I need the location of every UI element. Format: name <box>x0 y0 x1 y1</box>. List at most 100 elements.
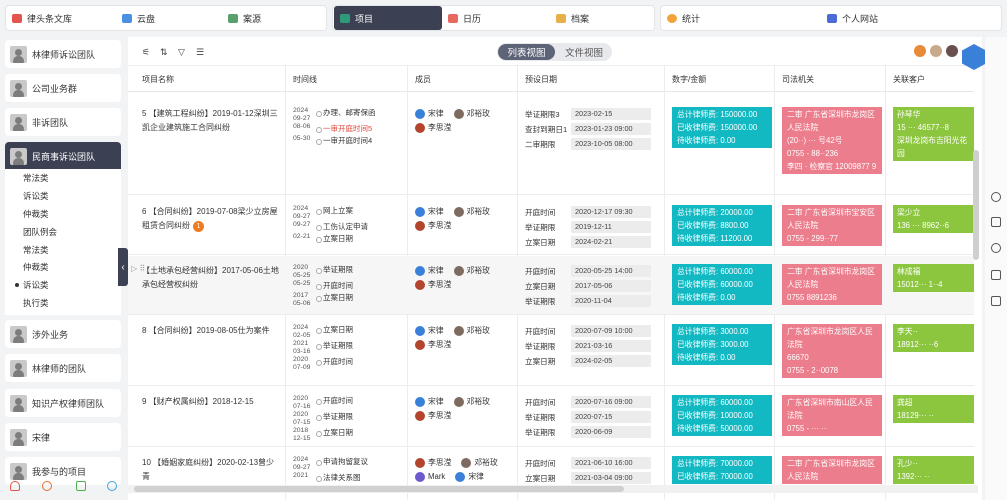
user-avatar[interactable] <box>930 45 942 57</box>
user-avatar[interactable] <box>914 45 926 57</box>
member-avatar[interactable] <box>415 410 425 421</box>
client-card[interactable]: 梁少立 136 ··· 8962··6 <box>893 205 974 233</box>
sidebar-team-corporate[interactable]: 公司业务群 <box>5 74 121 102</box>
sidebar-team-civil-commercial[interactable]: 民商事诉讼团队 <box>5 142 121 170</box>
nav-item-cloud[interactable]: 云盘 <box>116 6 222 30</box>
table-row[interactable]: 5 【建筑工程纠纷】2019-01-12深圳三凯企业建筑施工合同纠纷 2024 0… <box>128 99 974 195</box>
date-value[interactable]: 2019-12-11 <box>571 221 651 233</box>
member-avatar[interactable] <box>461 457 472 468</box>
member-avatar[interactable] <box>415 471 425 482</box>
date-value[interactable]: 2023-02-15 <box>571 108 651 120</box>
court-card[interactable]: 广东省深圳市南山区人民法院 0755 - ··· ·· <box>782 395 882 436</box>
client-card[interactable]: 李天·· 18912··· ··6 <box>893 324 974 352</box>
sidebar-sub-item[interactable]: 常法类 <box>5 169 121 187</box>
sidebar-team-lin[interactable]: 林律师的团队 <box>5 354 121 382</box>
member-avatar[interactable] <box>415 279 425 290</box>
row-drag-handle[interactable]: ▷ ⠿ <box>131 264 145 273</box>
timeline-event[interactable]: 一审开庭时间4 <box>315 135 372 147</box>
date-value[interactable]: 2024-02-21 <box>571 236 651 248</box>
timeline-event[interactable]: 举证期限 <box>315 340 353 356</box>
member-avatar[interactable] <box>415 339 425 350</box>
member-avatar[interactable] <box>415 220 425 231</box>
trash-icon[interactable] <box>76 481 86 491</box>
help-icon[interactable] <box>107 481 117 491</box>
sidebar-sub-item[interactable]: 执行类 <box>5 294 121 312</box>
court-card[interactable]: 二审 广东省深圳市龙岗区人民法院 (20··) ··· 号42号 0755 - … <box>782 107 882 174</box>
member-avatar[interactable] <box>415 108 425 119</box>
timeline-event[interactable]: 一审开庭时间5 <box>315 123 372 135</box>
sidebar-sub-item[interactable]: 诉讼类 <box>5 187 121 205</box>
collapse-sidebar-button[interactable]: ‹ <box>118 248 128 286</box>
sidebar-team-lin-litigation[interactable]: 林律师诉讼团队 <box>5 40 121 68</box>
sidebar-sub-item[interactable]: 仲裁类 <box>5 205 121 223</box>
date-value[interactable]: 2023-01-23 09:00 <box>571 123 651 135</box>
court-card[interactable]: 二审 广东省深圳市龙岗区人民法院 <box>782 456 882 484</box>
timeline-event[interactable]: 法律关系图 <box>315 472 361 484</box>
member-avatar[interactable] <box>415 265 425 276</box>
sidebar-sub-item[interactable]: 团队例会 <box>5 223 121 241</box>
column-header-timeline[interactable]: 时间线 <box>293 74 317 85</box>
member-avatar[interactable] <box>455 471 466 482</box>
fee-card[interactable]: 总计律师费: 20000.00 已收律师费: 8800.00 待收律师费: 1120… <box>672 205 772 246</box>
nav-item-calendar[interactable]: 日历 <box>442 6 550 30</box>
filter-settings-icon[interactable]: ⚟ <box>142 47 150 58</box>
message-icon[interactable] <box>991 217 1001 227</box>
member-avatar[interactable] <box>453 265 464 276</box>
member-avatar[interactable] <box>415 206 425 217</box>
member-avatar[interactable] <box>415 396 425 407</box>
client-card[interactable]: 龚超 18129··· ·· <box>893 395 974 423</box>
date-value[interactable]: 2020-06-09 <box>571 426 651 438</box>
court-card[interactable]: 二审 广东省深圳市宝安区人民法院 0755 - 299··77 <box>782 205 882 246</box>
table-row[interactable]: 8 【合同纠纷】2019-08-05仕为案件 2024 02-05 立案日期 2021… <box>128 316 974 386</box>
nav-item-stats[interactable]: 统计 <box>661 6 821 30</box>
date-value[interactable]: 2020-07-09 10:00 <box>571 325 651 337</box>
timeline-event[interactable]: 网上立案 <box>315 205 353 221</box>
fee-card[interactable]: 总计律师费: 60000.00 已收律师费: 60000.00 待收律师费: 0.0… <box>672 264 772 305</box>
timeline-event[interactable]: 申请拘留复议 <box>315 456 368 472</box>
sidebar-sub-item[interactable]: 常法类 <box>5 241 121 259</box>
timeline-event[interactable]: 开庭时间 <box>315 280 353 292</box>
timeline-event[interactable]: 立案日期 <box>315 324 353 340</box>
timeline-event[interactable]: 办理、邮寄保函 <box>315 107 376 123</box>
sidebar-sub-item[interactable]: 仲裁类 <box>5 258 121 276</box>
table-row[interactable]: 6 【合同纠纷】2019-07-08梁少立房屋租赁合同纠纷 1 2024 09-27… <box>128 197 974 255</box>
column-header-fees[interactable]: 数字/金额 <box>672 74 706 85</box>
column-header-dates[interactable]: 预设日期 <box>525 74 557 85</box>
member-avatar[interactable] <box>415 457 425 468</box>
date-value[interactable]: 2020-12-17 09:30 <box>571 206 651 218</box>
project-name[interactable]: 5 【建筑工程纠纷】2019-01-12深圳三凯企业建筑施工合同纠纷 <box>142 107 282 135</box>
search-icon[interactable] <box>991 192 1001 202</box>
project-name[interactable]: 10 【婚姻家庭纠纷】2020-02-13曾少青 <box>142 456 282 484</box>
user-avatar[interactable] <box>946 45 958 57</box>
tasks-icon[interactable] <box>991 296 1001 306</box>
sort-icon[interactable]: ⇅ <box>160 47 168 58</box>
member-avatar[interactable] <box>415 122 425 133</box>
table-row[interactable]: 【土地承包经营纠纷】2017-05-06土地承包经营权纠纷 ▷ ⠿ 2020 05-… <box>128 256 974 315</box>
court-card[interactable]: 广东省深圳市龙岗区人民法院 66670 0755 - 2··0078 <box>782 324 882 378</box>
client-card[interactable]: 林成福 15012··· 1··4 <box>893 264 974 292</box>
timeline-event[interactable]: 立案日期 <box>315 427 353 443</box>
member-avatar[interactable] <box>453 108 464 119</box>
sidebar-team-foreign[interactable]: 涉外业务 <box>5 320 121 348</box>
timeline-event[interactable]: 开庭时间 <box>315 395 353 411</box>
table-row[interactable]: 9 【财产权属纠纷】2018-12-15 2020 07-16 开庭时间 2020 0… <box>128 387 974 447</box>
member-avatar[interactable] <box>415 325 425 336</box>
project-name[interactable]: 【土地承包经营纠纷】2017-05-06土地承包经营权纠纷 <box>142 264 282 292</box>
date-value[interactable]: 2020-11-04 <box>571 295 651 307</box>
bell-icon[interactable] <box>10 481 20 491</box>
column-header-name[interactable]: 项目名称 <box>142 74 174 85</box>
court-card[interactable]: 二审 广东省深圳市龙岗区人民法院 0755 8891236 <box>782 264 882 305</box>
list-options-icon[interactable]: ☰ <box>196 47 204 58</box>
member-avatar[interactable] <box>453 325 464 336</box>
sidebar-sub-item-active[interactable]: 诉讼类 <box>5 276 121 294</box>
timeline-event[interactable]: 立案日期 <box>315 233 353 245</box>
settings-icon[interactable] <box>42 481 52 491</box>
vertical-scrollbar[interactable] <box>973 150 979 260</box>
nav-item-library[interactable]: 律头条文库 <box>6 6 116 30</box>
timeline-event[interactable]: 举证期限 <box>315 264 353 280</box>
horizontal-scrollbar[interactable] <box>134 486 624 492</box>
column-header-members[interactable]: 成员 <box>415 74 431 85</box>
timeline-event[interactable]: 工伤认定申请 <box>315 221 368 233</box>
fee-card[interactable]: 总计律师费: 60000.00 已收律师费: 10000.00 待收律师费: 500… <box>672 395 772 436</box>
timeline-event[interactable]: 举证期限 <box>315 411 353 427</box>
